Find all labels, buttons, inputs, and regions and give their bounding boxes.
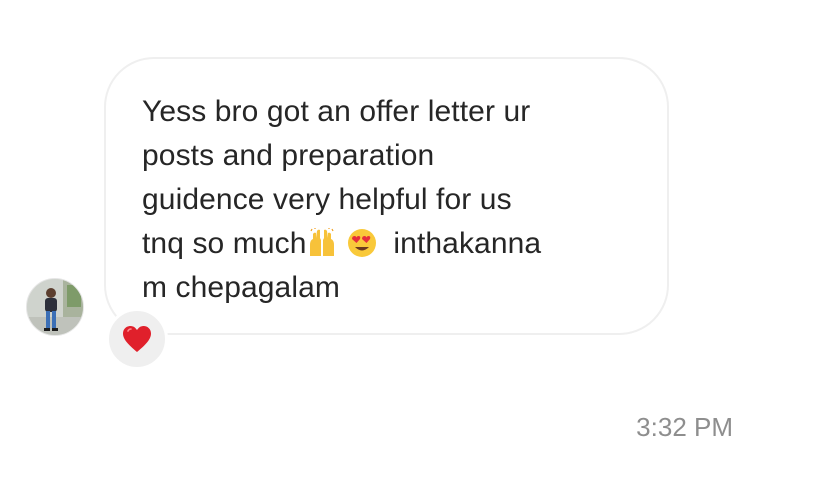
message-line-4-end: inthakanna xyxy=(376,227,542,260)
message-line-5: m chepagalam xyxy=(142,271,340,304)
heart-eyes-icon xyxy=(347,229,376,257)
raising-hands-icon xyxy=(309,228,334,256)
reaction-badge[interactable] xyxy=(106,308,168,370)
message-line-2: posts and preparation xyxy=(142,139,435,172)
message-text: Yess bro got an offer letter ur posts and… xyxy=(142,90,612,310)
profile-photo xyxy=(27,279,83,335)
chat-thread: Yess bro got an offer letter ur posts and… xyxy=(0,0,817,495)
message-line-4-start: tnq so much xyxy=(142,227,307,260)
message-line-1: Yess bro got an offer letter ur xyxy=(142,95,531,128)
red-heart-icon xyxy=(123,326,151,352)
message-line-3: guidence very helpful for us xyxy=(142,183,512,216)
message-timestamp: 3:32 PM xyxy=(636,412,733,442)
avatar[interactable] xyxy=(26,278,84,336)
